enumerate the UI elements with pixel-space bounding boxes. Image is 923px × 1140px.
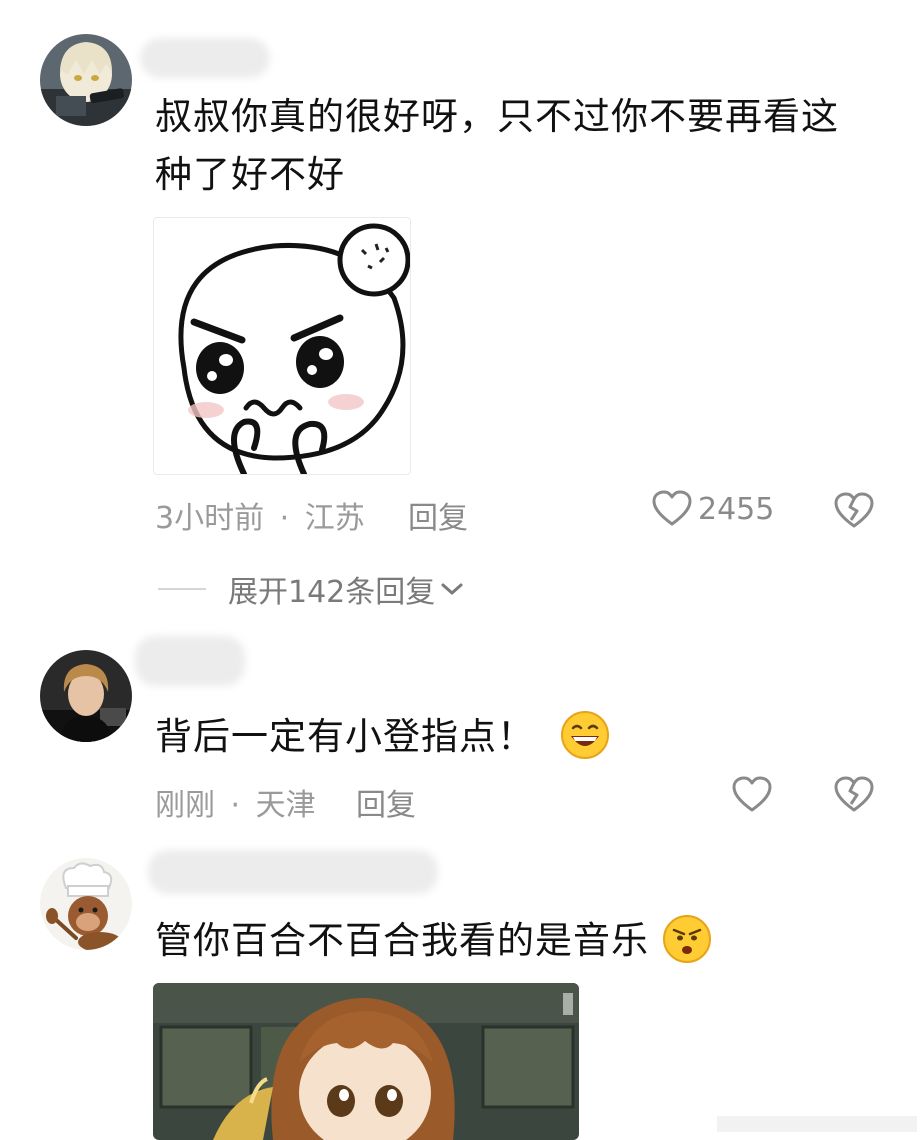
avatar[interactable] <box>40 650 132 742</box>
expand-replies[interactable]: 展开142条回复 <box>158 567 465 611</box>
angry-cartoon-sticker-icon <box>154 218 410 474</box>
comment-2: 背后一定有小登指点！ 刚刚 · 天津 回复 <box>0 620 923 840</box>
like-button[interactable]: 2455 <box>652 490 774 528</box>
username-blurred[interactable] <box>140 38 270 78</box>
like-count: 2455 <box>698 491 775 527</box>
comment-sticker[interactable] <box>153 217 411 475</box>
comment-meta: 3小时前 · 江苏 <box>155 493 365 537</box>
comment-meta: 刚刚 · 天津 <box>155 780 316 824</box>
comment-text: 叔叔你真的很好呀，只不过你不要再看这 种了好不好 <box>155 88 875 204</box>
comment-3: 管你百合不百合我看的是音乐 <box>0 840 923 1140</box>
dislike-button[interactable] <box>834 776 874 818</box>
dislike-button[interactable] <box>834 492 874 534</box>
comment-text-content: 管你百合不百合我看的是音乐 <box>155 919 649 962</box>
comment-time: 刚刚 <box>155 788 215 823</box>
chef-monkey-avatar-icon <box>40 858 132 950</box>
watermark-pattern-icon <box>717 1116 917 1132</box>
comment-text: 管你百合不百合我看的是音乐 <box>155 912 712 970</box>
heart-icon <box>652 490 692 526</box>
comment-location: 天津 <box>255 788 316 823</box>
comment-text-line-1: 叔叔你真的很好呀，只不过你不要再看这 <box>155 95 839 138</box>
expand-replies-label: 展开142条回复 <box>228 575 436 610</box>
watermark <box>717 1112 917 1136</box>
grinning-sweat-emoji-icon <box>560 710 609 759</box>
avatar[interactable] <box>40 34 132 126</box>
smirk-face-emoji-icon <box>662 914 711 963</box>
like-button[interactable] <box>732 776 778 814</box>
anime-girl-screenshot-icon <box>153 983 579 1140</box>
heart-icon <box>732 776 772 812</box>
comment-image[interactable] <box>153 983 579 1140</box>
comment-location: 江苏 <box>304 501 365 536</box>
anime-character-avatar-icon <box>40 34 132 126</box>
avatar[interactable] <box>40 858 132 950</box>
username-blurred[interactable] <box>148 850 438 894</box>
comment-time: 3小时前 <box>155 501 265 536</box>
comment-text-line-2: 种了好不好 <box>155 153 345 196</box>
reply-button[interactable]: 回复 <box>356 780 416 824</box>
username-blurred[interactable] <box>135 636 245 686</box>
meta-separator: · <box>230 788 241 823</box>
meta-separator: · <box>279 501 290 536</box>
chevron-down-icon <box>441 583 463 595</box>
expand-divider <box>158 588 206 590</box>
person-photo-avatar-icon <box>40 650 132 742</box>
comment-1: 叔叔你真的很好呀，只不过你不要再看这 种了好不好 3小时前 · 江苏 回复 24… <box>0 0 923 620</box>
comment-text-content: 背后一定有小登指点！ <box>155 715 535 758</box>
broken-heart-icon <box>834 776 874 812</box>
broken-heart-icon <box>834 492 874 528</box>
reply-button[interactable]: 回复 <box>408 493 468 537</box>
comment-text: 背后一定有小登指点！ <box>155 708 610 766</box>
